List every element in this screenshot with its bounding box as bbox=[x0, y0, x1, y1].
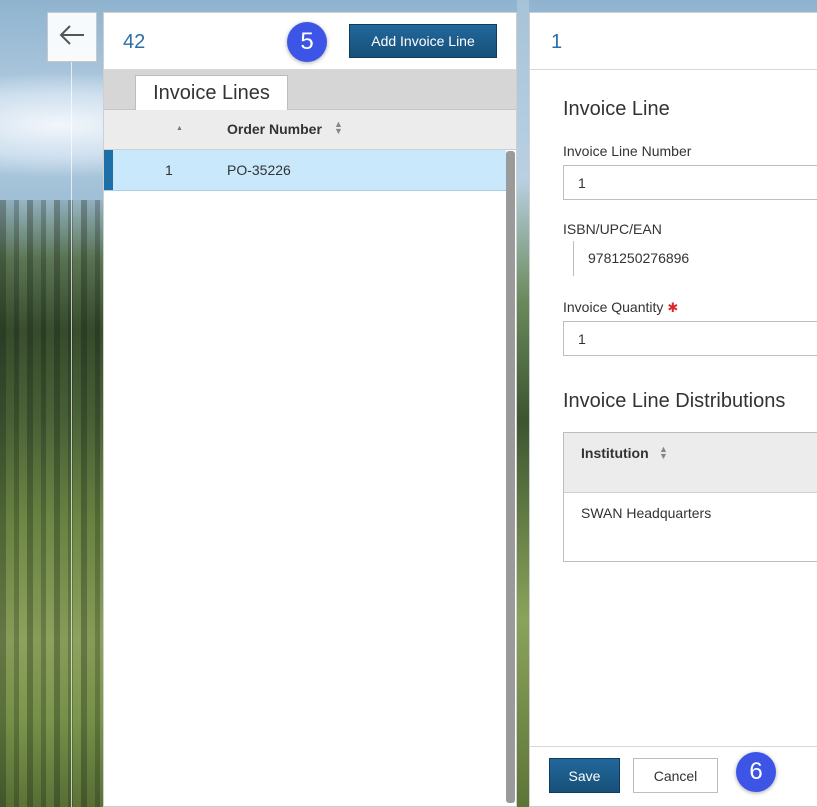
form-footer: Save Cancel 6 bbox=[530, 746, 817, 806]
sort-asc-icon[interactable]: ▲ bbox=[176, 125, 183, 132]
tab-invoice-lines[interactable]: Invoice Lines bbox=[135, 75, 288, 111]
quantity-field[interactable] bbox=[563, 321, 817, 356]
add-invoice-line-button[interactable]: Add Invoice Line bbox=[349, 24, 497, 58]
distributions-table: Institution ▲ ▼ SWAN Headquarters bbox=[563, 432, 817, 562]
table-row[interactable]: 1 PO-35226 bbox=[104, 150, 506, 191]
isbn-label: ISBN/UPC/EAN bbox=[563, 221, 662, 237]
required-icon: ✱ bbox=[667, 300, 679, 315]
background-trees bbox=[0, 200, 110, 807]
background-strip bbox=[517, 0, 529, 807]
sort-icon[interactable]: ▲ ▼ bbox=[659, 445, 668, 461]
institution-cell: SWAN Headquarters bbox=[581, 505, 712, 521]
cancel-button[interactable]: Cancel bbox=[633, 758, 718, 793]
isbn-value: 9781250276896 bbox=[573, 241, 689, 276]
quantity-label-text: Invoice Quantity bbox=[563, 299, 664, 315]
invoice-id: 42 bbox=[123, 31, 146, 53]
column-institution[interactable]: Institution bbox=[581, 445, 649, 461]
row-order-number: PO-35226 bbox=[227, 162, 291, 178]
scrollbar[interactable] bbox=[506, 151, 515, 803]
panel-header: 1 bbox=[530, 13, 817, 70]
sort-icon[interactable]: ▲ ▼ bbox=[334, 120, 343, 136]
row-line-number: 1 bbox=[165, 162, 173, 178]
distributions-title: Invoice Line Distributions bbox=[563, 390, 786, 412]
tab-strip: Invoice Lines bbox=[104, 70, 516, 111]
quantity-label: Invoice Quantity ✱ bbox=[563, 299, 678, 316]
distributions-header: Institution ▲ ▼ bbox=[564, 433, 817, 493]
line-id: 1 bbox=[551, 31, 563, 53]
invoice-lines-panel: 42 5 Add Invoice Line Invoice Lines ▲ Or… bbox=[103, 12, 517, 807]
divider-line bbox=[71, 62, 72, 807]
line-number-field[interactable] bbox=[563, 165, 817, 200]
section-title: Invoice Line bbox=[563, 98, 670, 120]
invoice-line-detail-panel: 1 Invoice Line Invoice Line Number ISBN/… bbox=[529, 12, 817, 807]
column-order-number[interactable]: Order Number bbox=[227, 121, 322, 137]
table-header: ▲ Order Number ▲ ▼ bbox=[104, 110, 516, 150]
panel-header: 42 5 Add Invoice Line bbox=[104, 13, 516, 70]
back-button[interactable] bbox=[47, 12, 97, 62]
save-button[interactable]: Save bbox=[549, 758, 620, 793]
line-number-label: Invoice Line Number bbox=[563, 143, 692, 159]
step-badge: 6 bbox=[736, 752, 776, 792]
arrow-left-icon bbox=[58, 23, 86, 52]
step-badge: 5 bbox=[287, 22, 327, 62]
